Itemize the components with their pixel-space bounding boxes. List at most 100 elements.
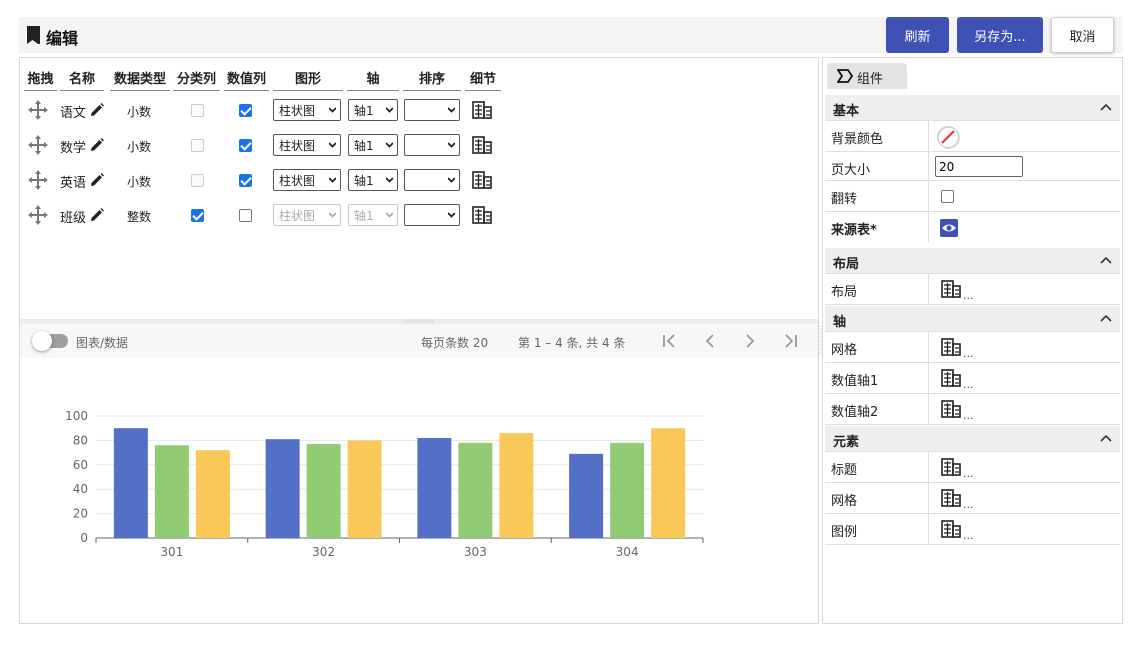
axis-select[interactable]: 轴1 [348,99,398,121]
section-axis[interactable]: 轴 [825,306,1120,332]
detail-grid-icon[interactable] [472,206,492,224]
prop-label: 数值轴2 [831,405,879,420]
value-checkbox[interactable] [239,174,252,187]
category-checkbox[interactable] [191,174,204,187]
flip-checkbox[interactable] [941,190,954,203]
properties-panel: 组件 基本 背景颜色 页大小 翻转 来源表* 布局 布局 ... 轴 [822,57,1123,624]
axis-select[interactable]: 轴1 [348,134,398,156]
chevron-down-icon [329,142,336,148]
table-row: 班级 整数 柱状图 轴1 [20,199,510,231]
bar [195,450,230,538]
edit-pencil-icon[interactable] [90,173,104,187]
x-tick-label: 301 [160,545,183,558]
sort-select[interactable] [404,99,460,121]
chevron-up-icon [1100,103,1112,111]
shape-select-value: 柱状图 [279,103,316,118]
prop-source-table: 来源表* [825,212,1120,243]
page-size-text[interactable]: 每页条数 20 [421,334,488,351]
x-tick-label: 302 [312,545,335,558]
detail-grid-icon[interactable] [941,280,961,298]
row-name: 班级 [60,211,87,226]
axis-select-value: 轴1 [354,138,374,153]
drag-handle-icon[interactable] [27,204,49,226]
shape-select[interactable]: 柱状图 [273,99,341,121]
row-datatype: 小数 [127,105,152,119]
prop-legend: 图例 ... [825,514,1120,545]
shape-select[interactable]: 柱状图 [273,134,341,156]
detail-grid-icon[interactable] [941,458,961,476]
page-size-input[interactable] [935,156,1023,177]
category-checkbox[interactable] [191,209,204,222]
axis-select[interactable]: 轴1 [348,204,398,226]
chart-data-toggle[interactable] [32,331,68,351]
section-label: 基本 [833,104,860,119]
prop-flip: 翻转 [825,181,1120,212]
detail-grid-icon[interactable] [941,520,961,538]
book-icon [27,26,40,44]
value-checkbox[interactable] [239,104,252,117]
category-checkbox[interactable] [191,139,204,152]
detail-grid-icon[interactable] [941,489,961,507]
more-dots[interactable]: ... [963,347,974,360]
cancel-button[interactable]: 取消 [1051,17,1114,53]
bar [569,453,604,538]
table-row: 数学 小数 柱状图 轴1 [20,129,510,161]
detail-grid-icon[interactable] [472,171,492,189]
save-as-button[interactable]: 另存为... [957,17,1043,53]
more-dots[interactable]: ... [963,409,974,422]
more-dots[interactable]: ... [963,289,974,302]
more-dots[interactable]: ... [963,529,974,542]
first-page-icon[interactable] [661,332,679,350]
eye-icon[interactable] [939,218,959,238]
prop-value-axis-1: 数值轴1 ... [825,363,1120,394]
axis-select[interactable]: 轴1 [348,169,398,191]
section-elements[interactable]: 元素 [825,426,1120,452]
divider [928,152,929,180]
edit-pencil-icon[interactable] [90,103,104,117]
detail-grid-icon[interactable] [472,136,492,154]
section-layout[interactable]: 布局 [825,248,1120,274]
sort-select[interactable] [404,169,460,191]
tab-components[interactable]: 组件 [827,63,907,89]
detail-grid-icon[interactable] [941,400,961,418]
sort-select[interactable] [404,134,460,156]
detail-grid-icon[interactable] [941,369,961,387]
prop-layout: 布局 ... [825,274,1120,305]
column-header-axis: 轴 [366,72,380,87]
section-basic[interactable]: 基本 [825,95,1120,121]
previous-page-icon[interactable] [701,332,719,350]
no-color-icon[interactable] [936,125,960,149]
drag-handle-icon[interactable] [27,169,49,191]
more-dots[interactable]: ... [963,467,974,480]
column-header-drag: 拖拽 [27,72,54,87]
bar [265,439,300,538]
detail-grid-icon[interactable] [472,101,492,119]
next-page-icon[interactable] [741,332,759,350]
toggle-label: 图表/数据 [76,336,129,350]
x-tick-label: 304 [616,545,639,558]
more-dots[interactable]: ... [963,378,974,391]
drag-handle-icon[interactable] [27,99,49,121]
header-underline [24,90,57,91]
chevron-down-icon [386,212,393,218]
value-checkbox[interactable] [239,139,252,152]
value-checkbox[interactable] [239,209,252,222]
divider [928,332,929,362]
edit-pencil-icon[interactable] [90,138,104,152]
drag-handle-icon[interactable] [27,134,49,156]
edit-pencil-icon[interactable] [90,208,104,222]
last-page-icon[interactable] [781,332,799,350]
chevron-down-icon [386,142,393,148]
refresh-button[interactable]: 刷新 [886,17,949,53]
sort-select[interactable] [404,204,460,226]
more-dots[interactable]: ... [963,498,974,511]
prop-page-size: 页大小 [825,152,1120,181]
detail-grid-icon[interactable] [941,338,961,356]
header-underline [60,90,104,91]
row-datatype: 小数 [127,140,152,154]
y-tick-label: 60 [73,458,88,472]
shape-select[interactable]: 柱状图 [273,204,341,226]
section-label: 布局 [833,257,860,272]
category-checkbox[interactable] [191,104,204,117]
shape-select[interactable]: 柱状图 [273,169,341,191]
